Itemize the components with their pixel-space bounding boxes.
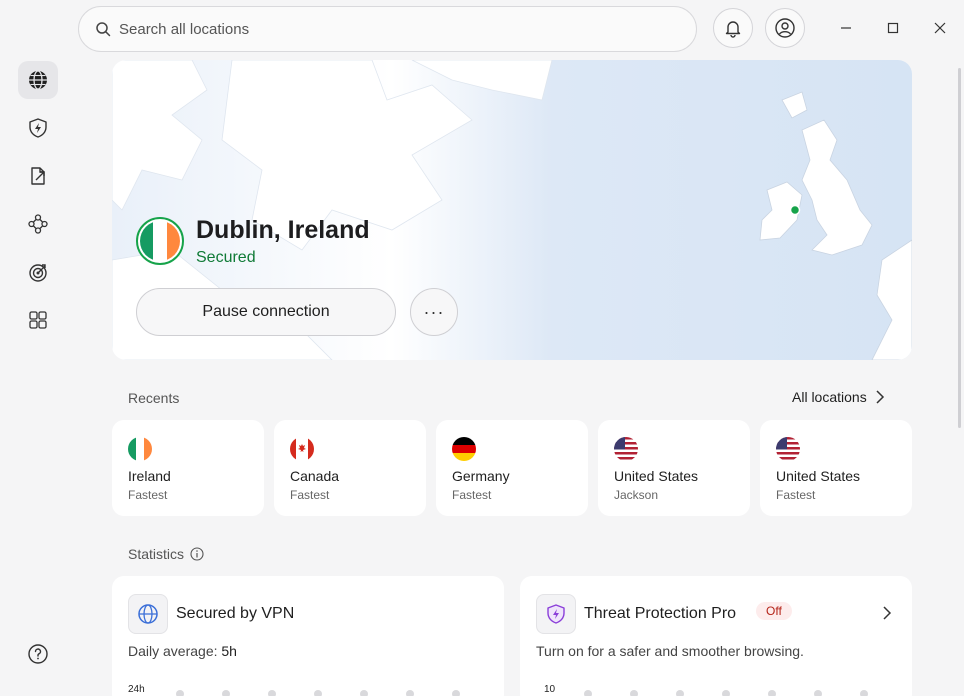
minimize-button[interactable]: [832, 14, 860, 42]
chevron-right-icon: [876, 390, 884, 404]
search-icon: [96, 22, 111, 37]
account-icon: [775, 18, 795, 38]
close-button[interactable]: [926, 14, 954, 42]
vpn-daily-average: Daily average: 5h: [128, 643, 237, 659]
statistics-heading: Statistics: [128, 546, 204, 562]
recent-detail: Jackson: [614, 488, 659, 502]
ireland-flag-icon: [140, 221, 180, 261]
recent-detail: Fastest: [776, 488, 816, 502]
globe-icon: [138, 604, 158, 624]
notifications-button[interactable]: [713, 8, 753, 48]
recent-card-united-states-jackson[interactable]: United States Jackson: [598, 420, 750, 516]
more-options-button[interactable]: ···: [410, 288, 458, 336]
maximize-icon: [887, 22, 899, 34]
recent-detail: Fastest: [452, 488, 492, 502]
chevron-right-icon[interactable]: [882, 606, 892, 620]
connected-country-flag: [136, 217, 184, 265]
search-bar[interactable]: [78, 6, 697, 52]
recent-country: Germany: [452, 468, 510, 484]
threat-protection-title: Threat Protection Pro: [584, 605, 737, 622]
threat-protection-subtitle: Turn on for a safer and smoother browsin…: [536, 643, 804, 659]
meshnet-icon: [28, 214, 48, 234]
vpn-stats-title: Secured by VPN: [176, 605, 295, 622]
recent-country: United States: [776, 468, 861, 484]
maximize-button[interactable]: [879, 14, 907, 42]
info-icon[interactable]: [190, 547, 204, 561]
split-tunnel-icon: [31, 167, 45, 185]
globe-icon: [29, 70, 47, 90]
sidebar-item-threat-protection[interactable]: [18, 109, 58, 147]
connected-location: Dublin, Ireland: [196, 216, 370, 244]
connection-status: Secured: [196, 249, 256, 266]
recent-card-canada[interactable]: Canada Fastest: [274, 420, 426, 516]
vpn-stats-card[interactable]: Secured by VPN Daily average: 5h 24h: [112, 576, 504, 696]
daily-average-value: 5h: [221, 643, 237, 659]
all-locations-label: All locations: [792, 389, 867, 405]
apps-grid-icon: [29, 311, 47, 329]
vpn-chart-dots: [176, 690, 460, 696]
status-badge: Off: [756, 602, 792, 620]
close-icon: [934, 22, 946, 34]
pause-connection-button[interactable]: Pause connection: [136, 288, 396, 336]
shield-bolt-icon: [29, 118, 47, 138]
recent-country: United States: [614, 468, 699, 484]
sidebar-item-split-tunneling[interactable]: [18, 157, 58, 195]
target-icon: [29, 264, 47, 282]
us-flag-icon: [614, 437, 638, 461]
all-locations-link[interactable]: All locations: [792, 389, 885, 405]
vpn-axis-top-label: 24h: [128, 684, 145, 695]
threat-stat-icon-box: [536, 594, 576, 634]
recent-card-ireland[interactable]: Ireland Fastest: [112, 420, 264, 516]
account-button[interactable]: [765, 8, 805, 48]
sidebar-item-help[interactable]: [18, 635, 58, 673]
bell-icon: [725, 21, 741, 38]
recent-detail: Fastest: [128, 488, 168, 502]
recents-heading: Recents: [128, 390, 180, 406]
us-flag-icon: [776, 437, 800, 461]
threat-protection-card[interactable]: Threat Protection Pro Off Turn on for a …: [520, 576, 912, 696]
help-icon: [28, 644, 48, 664]
sidebar-item-dark-web-monitor[interactable]: [18, 253, 58, 291]
search-input[interactable]: [119, 20, 679, 38]
daily-average-label: Daily average:: [128, 643, 218, 659]
recent-card-united-states[interactable]: United States Fastest: [760, 420, 912, 516]
statistics-label: Statistics: [128, 546, 185, 562]
germany-flag-icon: [452, 437, 476, 461]
sidebar-item-apps[interactable]: [18, 301, 58, 339]
sidebar-item-meshnet[interactable]: [18, 205, 58, 243]
recent-country: Canada: [290, 468, 340, 484]
threat-chart-dots: [584, 690, 868, 696]
recent-detail: Fastest: [290, 488, 330, 502]
shield-bolt-icon: [547, 604, 565, 624]
sidebar-item-vpn[interactable]: [18, 61, 58, 99]
minimize-icon: [841, 27, 851, 29]
scrollbar[interactable]: [958, 68, 961, 428]
recent-country: Ireland: [128, 468, 171, 484]
vpn-stat-icon-box: [128, 594, 168, 634]
recent-card-germany[interactable]: Germany Fastest: [436, 420, 588, 516]
canada-flag-icon: [290, 437, 314, 461]
ireland-flag-icon: [128, 437, 152, 461]
threat-axis-top-label: 10: [544, 684, 556, 695]
